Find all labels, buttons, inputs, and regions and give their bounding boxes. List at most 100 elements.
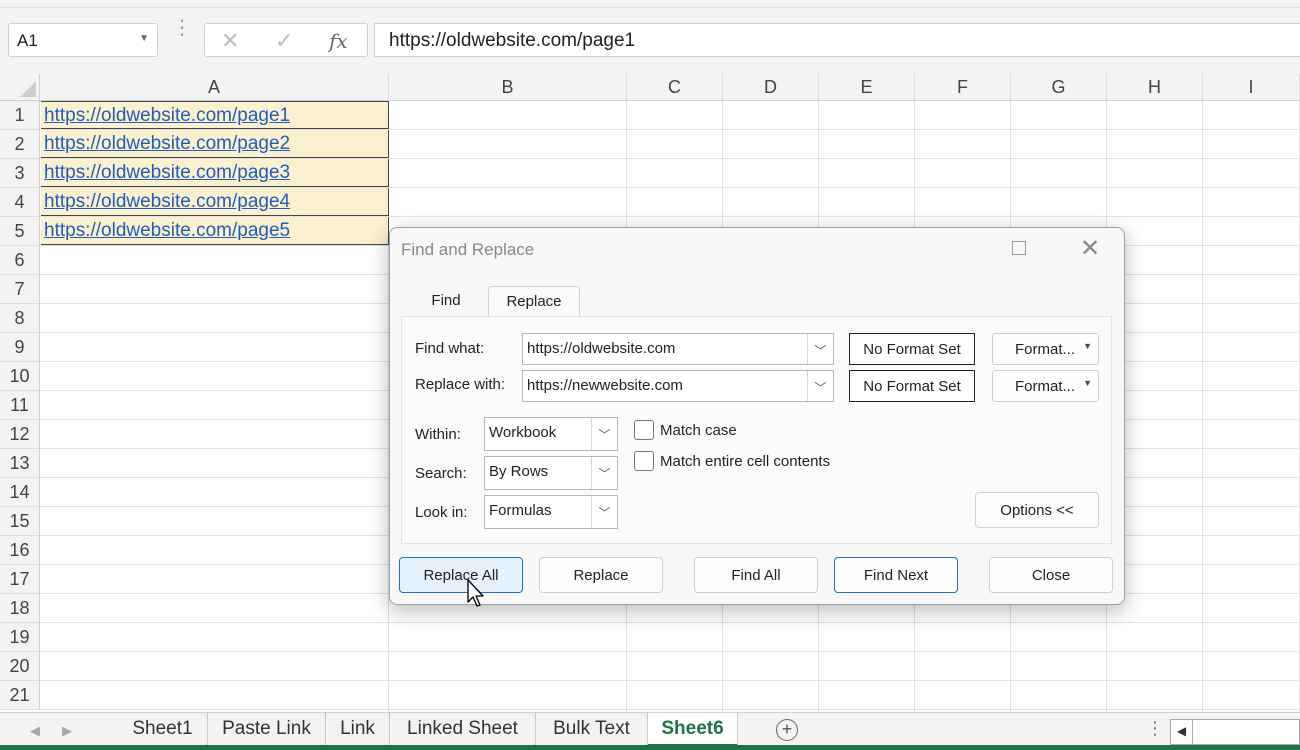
row-header-3[interactable]: 3 xyxy=(0,159,40,188)
cell-a4-link[interactable]: https://oldwebsite.com/page4 xyxy=(41,188,389,216)
row-header-1[interactable]: 1 xyxy=(0,101,40,130)
row-header-19[interactable]: 19 xyxy=(0,623,40,652)
close-button[interactable]: Close xyxy=(989,557,1113,593)
dropdown-arrow-icon[interactable]: ▼ xyxy=(1083,341,1092,351)
look-in-value: Formulas xyxy=(489,502,552,519)
find-replace-dialog: Find and Replace ✕ Find Replace Find wha… xyxy=(389,227,1125,605)
row-header-13[interactable]: 13 xyxy=(0,449,40,478)
cell-a3-link[interactable]: https://oldwebsite.com/page3 xyxy=(41,159,389,187)
look-in-select[interactable]: Formulas ﹀ xyxy=(484,495,618,529)
options-button[interactable]: Options << xyxy=(975,492,1099,528)
gridline xyxy=(40,651,1300,652)
row-header-4[interactable]: 4 xyxy=(0,188,40,217)
row-header-15[interactable]: 15 xyxy=(0,507,40,536)
find-format-label: Format... xyxy=(1015,341,1076,358)
formula-bar-area: A1 ▼ ⋮ ✕ ✓ fx https://oldwebsite.com/pag… xyxy=(0,8,1300,74)
cell-a1-link[interactable]: https://oldwebsite.com/page1 xyxy=(41,101,389,129)
sheet-tab-linked-sheet[interactable]: Linked Sheet xyxy=(390,713,536,747)
chevron-down-icon[interactable]: ﹀ xyxy=(807,371,833,401)
row-header-16[interactable]: 16 xyxy=(0,536,40,565)
sheet-tab-sheet6[interactable]: Sheet6 xyxy=(648,713,738,747)
column-header-f[interactable]: F xyxy=(915,74,1011,101)
sheet-tab-link[interactable]: Link xyxy=(326,713,390,747)
within-label: Within: xyxy=(415,426,461,443)
search-label: Search: xyxy=(415,465,467,482)
row-header-18[interactable]: 18 xyxy=(0,594,40,623)
row-header-20[interactable]: 20 xyxy=(0,652,40,681)
replace-with-input[interactable]: https://newwebsite.com ﹀ xyxy=(522,370,834,402)
tab-nav-left-icon[interactable]: ◀ xyxy=(30,723,40,739)
more-dots-icon: ⋮ xyxy=(172,17,192,39)
cancel-icon[interactable]: ✕ xyxy=(221,28,239,54)
search-select[interactable]: By Rows ﹀ xyxy=(484,456,618,490)
cell-a2-link[interactable]: https://oldwebsite.com/page2 xyxy=(41,130,389,158)
chevron-down-icon[interactable]: ﹀ xyxy=(591,496,617,528)
row-header-2[interactable]: 2 xyxy=(0,130,40,159)
name-box-value: A1 xyxy=(17,31,38,50)
tab-nav-right-icon[interactable]: ▶ xyxy=(62,723,72,739)
sheet-tab-paste-link[interactable]: Paste Link xyxy=(208,713,326,747)
tab-replace[interactable]: Replace xyxy=(488,286,580,316)
match-entire-checkbox[interactable] xyxy=(634,451,654,471)
dialog-title: Find and Replace xyxy=(401,240,535,259)
row-header-6[interactable]: 6 xyxy=(0,246,40,275)
row-header-9[interactable]: 9 xyxy=(0,333,40,362)
gridline xyxy=(40,622,1300,623)
enter-icon[interactable]: ✓ xyxy=(275,28,293,54)
sheet-tab-sheet1[interactable]: Sheet1 xyxy=(118,713,208,747)
horizontal-scrollbar[interactable]: ◀ xyxy=(1170,719,1300,745)
find-next-button[interactable]: Find Next xyxy=(834,557,958,593)
gridline xyxy=(40,680,1300,681)
chevron-down-icon[interactable]: ▼ xyxy=(139,33,149,44)
find-all-button[interactable]: Find All xyxy=(694,557,818,593)
name-box[interactable]: A1 ▼ xyxy=(8,23,158,57)
add-sheet-icon[interactable]: + xyxy=(776,719,798,741)
column-header-c[interactable]: C xyxy=(627,74,723,101)
column-header-g[interactable]: G xyxy=(1011,74,1107,101)
formula-input[interactable]: https://oldwebsite.com/page1 xyxy=(374,23,1300,57)
tab-find[interactable]: Find xyxy=(401,286,491,316)
maximize-icon[interactable] xyxy=(1012,241,1026,255)
column-header-i[interactable]: I xyxy=(1203,74,1300,101)
status-accent-bar xyxy=(0,745,1300,750)
chevron-down-icon[interactable]: ﹀ xyxy=(591,418,617,450)
row-header-17[interactable]: 17 xyxy=(0,565,40,594)
chevron-down-icon[interactable]: ﹀ xyxy=(591,457,617,489)
row-header-21[interactable]: 21 xyxy=(0,681,40,710)
scroll-left-icon[interactable]: ◀ xyxy=(1171,720,1193,744)
column-header-d[interactable]: D xyxy=(723,74,819,101)
find-what-input[interactable]: https://oldwebsite.com ﹀ xyxy=(522,333,834,365)
replace-button[interactable]: Replace xyxy=(539,557,663,593)
select-all-corner[interactable] xyxy=(0,74,40,101)
row-header-7[interactable]: 7 xyxy=(0,275,40,304)
chevron-down-icon[interactable]: ﹀ xyxy=(807,334,833,364)
look-in-label: Look in: xyxy=(415,504,468,521)
row-header-12[interactable]: 12 xyxy=(0,420,40,449)
insert-function-icon[interactable]: fx xyxy=(329,29,348,53)
dropdown-arrow-icon[interactable]: ▼ xyxy=(1083,378,1092,388)
row-header-5[interactable]: 5 xyxy=(0,217,40,246)
row-header-8[interactable]: 8 xyxy=(0,304,40,333)
cell-a5-link[interactable]: https://oldwebsite.com/page5 xyxy=(41,217,389,245)
column-header-a[interactable]: A xyxy=(40,74,389,101)
column-header-h[interactable]: H xyxy=(1107,74,1203,101)
find-format-preview: No Format Set xyxy=(849,333,975,365)
row-header-11[interactable]: 11 xyxy=(0,391,40,420)
replace-with-value: https://newwebsite.com xyxy=(527,377,683,394)
replace-all-button[interactable]: Replace All xyxy=(399,557,523,593)
column-header-b[interactable]: B xyxy=(389,74,627,101)
sheet-tab-bulk-text[interactable]: Bulk Text xyxy=(536,713,648,747)
match-case-checkbox[interactable] xyxy=(634,420,654,440)
search-value: By Rows xyxy=(489,463,549,480)
formula-buttons: ✕ ✓ fx xyxy=(204,23,368,57)
within-select[interactable]: Workbook ﹀ xyxy=(484,417,618,451)
ribbon-edge xyxy=(0,0,1300,8)
find-format-button[interactable]: Format... ▼ xyxy=(992,333,1099,365)
mouse-pointer-icon xyxy=(467,579,484,607)
replace-format-button[interactable]: Format... ▼ xyxy=(992,370,1099,402)
row-header-10[interactable]: 10 xyxy=(0,362,40,391)
close-icon[interactable]: ✕ xyxy=(1080,234,1100,263)
column-header-e[interactable]: E xyxy=(819,74,915,101)
row-header-14[interactable]: 14 xyxy=(0,478,40,507)
match-entire-label: Match entire cell contents xyxy=(660,453,831,470)
